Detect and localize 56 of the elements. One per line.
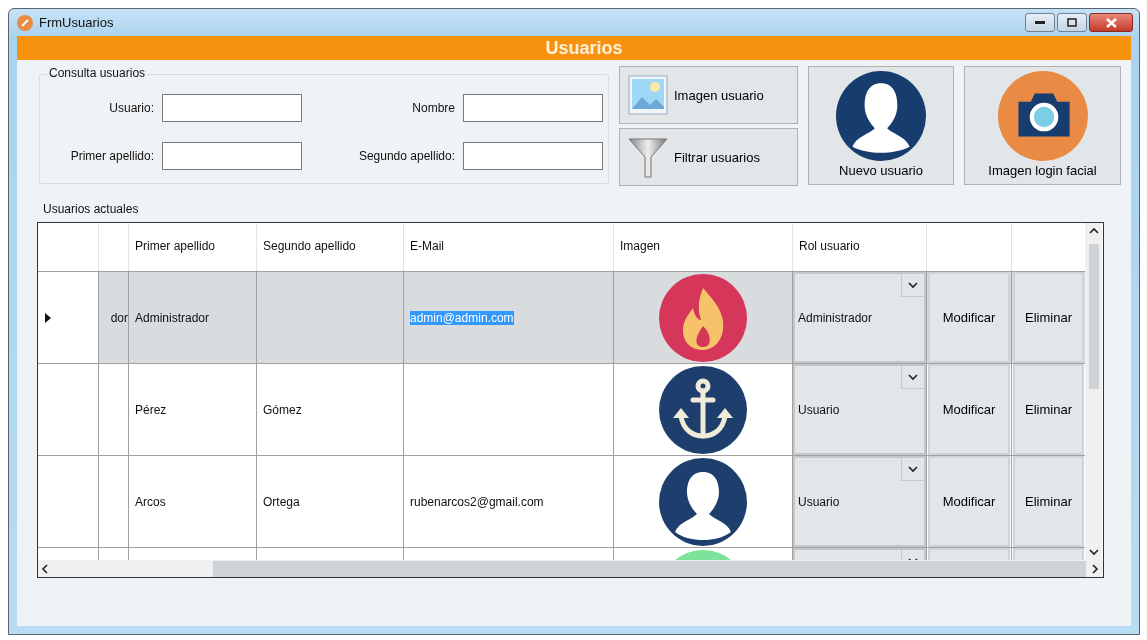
table-cell: Ortega	[263, 494, 300, 509]
header-title: Usuarios	[545, 37, 623, 59]
edit-button[interactable]: Modificar	[928, 364, 1010, 455]
field-label: Usuario:	[108, 101, 154, 115]
window-title: FrmUsuarios	[39, 15, 115, 30]
group-title: Consulta usuarios	[47, 66, 148, 80]
table-cell: Administrador	[135, 310, 210, 325]
edit-button[interactable]: Modificar	[928, 272, 1010, 363]
table-cell: dor	[110, 310, 128, 325]
text-field[interactable]	[463, 94, 603, 122]
row-pointer-icon	[44, 311, 52, 324]
role-dropdown[interactable]: Usuario	[793, 364, 926, 455]
text-field[interactable]	[162, 142, 302, 170]
close-icon	[1105, 17, 1117, 28]
horizontal-scrollbar[interactable]	[38, 560, 1103, 577]
minimize-icon	[1035, 20, 1045, 25]
toolbar-button[interactable]: Filtrar usuarios	[619, 128, 798, 186]
delete-button[interactable]: Eliminar	[1013, 456, 1084, 547]
camera-icon	[997, 71, 1088, 161]
dropdown-icon[interactable]	[907, 463, 919, 475]
vertical-scrollbar[interactable]	[1085, 223, 1102, 560]
table-cell: Pérez	[135, 402, 167, 417]
table-row[interactable]: Arcos Ortega rubenarcos2@gmail.com Usuario Modificar Eliminar	[38, 455, 1085, 547]
field-label: Segundo apellido:	[357, 149, 455, 163]
person-avatar-icon	[659, 457, 747, 546]
delete-button[interactable]: Eliminar	[1013, 272, 1084, 363]
anchor-avatar-icon	[659, 365, 747, 454]
table-cell: admin@admin.com	[410, 310, 514, 325]
field-label: Primer apellido:	[69, 149, 154, 163]
toolbar-button[interactable]: Imagen usuario	[619, 66, 798, 124]
table-cell: Gómez	[263, 402, 302, 417]
minimize-button[interactable]	[1025, 13, 1055, 32]
picture-icon	[628, 75, 668, 115]
edit-button[interactable]: Modificar	[928, 456, 1010, 547]
role-dropdown[interactable]: Administrador	[793, 272, 926, 363]
delete-button[interactable]: Eliminar	[1013, 364, 1084, 455]
grid-title: Usuarios actuales	[43, 202, 140, 216]
action-button[interactable]: Nuevo usuario	[808, 66, 954, 185]
flame-avatar-icon	[659, 273, 747, 362]
text-field[interactable]	[463, 142, 603, 170]
maximize-button[interactable]	[1057, 13, 1087, 32]
dropdown-icon[interactable]	[907, 279, 919, 291]
user-icon	[836, 71, 926, 161]
dropdown-icon[interactable]	[907, 371, 919, 383]
table-cell: Arcos	[135, 494, 166, 509]
maximize-icon	[1067, 18, 1077, 27]
close-button[interactable]	[1089, 13, 1133, 32]
action-button[interactable]: Imagen login facial	[964, 66, 1121, 185]
role-dropdown[interactable]: Usuario	[793, 456, 926, 547]
app-icon	[17, 14, 33, 31]
table-row[interactable]: dor Administrador admin@admin.com Administrador Modificar Eliminar	[38, 271, 1085, 363]
table-row[interactable]: Pérez Gómez Usuario Modificar Eliminar	[38, 363, 1085, 455]
table-cell: rubenarcos2@gmail.com	[410, 494, 544, 509]
text-field[interactable]	[162, 94, 302, 122]
field-label: Nombre	[411, 101, 455, 115]
funnel-icon	[628, 135, 668, 179]
